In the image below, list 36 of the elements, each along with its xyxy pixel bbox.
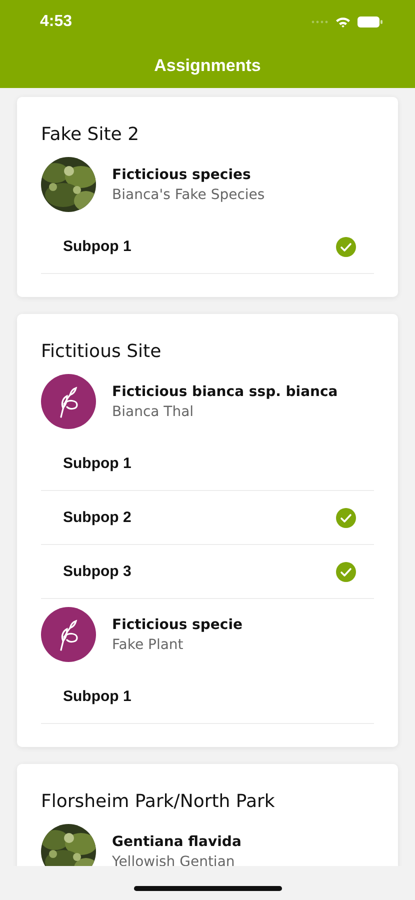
species-row[interactable]: Ficticious specie Fake Plant [41,607,374,662]
subpop-name: Subpop 1 [63,688,132,705]
subpop-name: Subpop 2 [63,509,132,526]
species-row[interactable]: Gentiana flavida Yellowish Gentian [41,824,374,866]
species-row[interactable]: Ficticious species Bianca's Fake Species [41,157,374,212]
status-time: 4:53 [40,13,72,31]
leaf-logo-icon [41,607,96,662]
site-name: Fictitious Site [41,340,162,364]
signal-icon [311,20,329,24]
common-name: Bianca Thal [112,402,195,422]
subpop-row[interactable]: Subpop 2 [41,491,374,545]
common-name: Bianca's Fake Species [112,186,265,204]
home-indicator[interactable] [134,886,282,891]
check-icon [336,562,356,582]
battery-icon [357,16,383,28]
site-name: Fake Site 2 [41,123,140,147]
screen-title: Assignments [153,55,262,77]
subpop-name: Subpop 3 [63,563,132,580]
subpop-row[interactable]: Subpop 1 [41,670,374,724]
subpop-name: Subpop 1 [63,238,132,255]
check-icon [336,508,356,528]
species-row[interactable]: Ficticious bianca ssp. bianca Bianca Thal [41,374,374,429]
species-name: Gentiana flavida [112,832,242,852]
subpop-name: Subpop 1 [63,455,132,472]
subpop-row[interactable]: Subpop 1 [41,220,374,274]
species-name: Ficticious bianca ssp. bianca [112,382,338,402]
subpop-row[interactable]: Subpop 1 [41,437,374,491]
species-name: Ficticious specie [112,616,242,634]
common-name: Yellowish Gentian [112,852,236,866]
check-icon [336,236,356,256]
subpop-row[interactable]: Subpop 3 [41,545,374,599]
common-name: Fake Plant [112,636,184,654]
site-name: Florsheim Park/North Park [41,790,276,814]
wifi-icon [335,16,351,28]
species-name: Ficticious species [112,166,252,184]
leaf-logo-icon [41,374,96,429]
